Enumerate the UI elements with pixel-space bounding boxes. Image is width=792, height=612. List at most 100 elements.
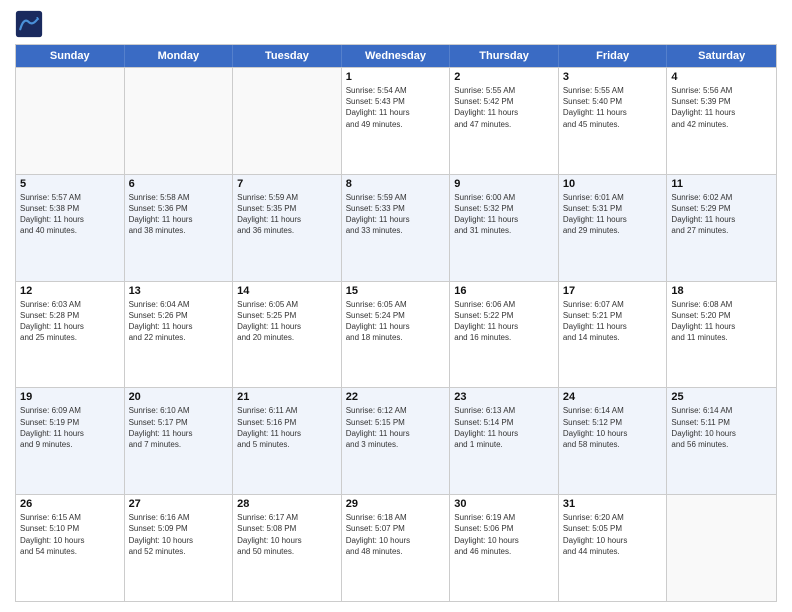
calendar-cell: 25Sunrise: 6:14 AM Sunset: 5:11 PM Dayli… <box>667 388 776 494</box>
cell-date-number: 5 <box>20 178 120 190</box>
weekday-header: Monday <box>125 45 234 67</box>
cell-date-number: 15 <box>346 285 446 297</box>
cell-daylight-info: Sunrise: 6:11 AM Sunset: 5:16 PM Dayligh… <box>237 405 337 450</box>
calendar-cell: 12 Sunrise: 6:03 AM Sunset: 5:28 PM Dayli… <box>16 282 125 388</box>
calendar-cell: 18 Sunrise: 6:08 AM Sunset: 5:20 PM Dayli… <box>667 282 776 388</box>
calendar-cell: 21 Sunrise: 6:11 AM Sunset: 5:16 PM Dayli… <box>233 388 342 494</box>
weekday-header: Wednesday <box>342 45 451 67</box>
calendar-cell: 24 Sunrise: 6:14 AM Sunset: 5:12 PM Dayli… <box>559 388 668 494</box>
calendar-cell: 5 Sunrise: 5:57 AM Sunset: 5:38 PM Daylig… <box>16 175 125 281</box>
cell-date-number: 10 <box>563 178 663 190</box>
cell-date-number: 3 <box>563 71 663 83</box>
calendar-cell <box>16 68 125 174</box>
cell-date-number: 18 <box>671 285 772 297</box>
weekday-header: Saturday <box>667 45 776 67</box>
calendar-row: 19 Sunrise: 6:09 AM Sunset: 5:19 PM Dayli… <box>16 387 776 494</box>
cell-daylight-info: Sunrise: 6:06 AM Sunset: 5:22 PM Dayligh… <box>454 299 554 344</box>
cell-daylight-info: Sunrise: 6:16 AM Sunset: 5:09 PM Dayligh… <box>129 512 229 557</box>
calendar-cell: 4 Sunrise: 5:56 AM Sunset: 5:39 PM Daylig… <box>667 68 776 174</box>
cell-daylight-info: Sunrise: 6:04 AM Sunset: 5:26 PM Dayligh… <box>129 299 229 344</box>
calendar-cell: 26 Sunrise: 6:15 AM Sunset: 5:10 PM Dayli… <box>16 495 125 601</box>
calendar-cell: 16 Sunrise: 6:06 AM Sunset: 5:22 PM Dayli… <box>450 282 559 388</box>
cell-daylight-info: Sunrise: 6:12 AM Sunset: 5:15 PM Dayligh… <box>346 405 446 450</box>
cell-date-number: 12 <box>20 285 120 297</box>
cell-date-number: 24 <box>563 391 663 403</box>
cell-date-number: 4 <box>671 71 772 83</box>
calendar-cell: 28 Sunrise: 6:17 AM Sunset: 5:08 PM Dayli… <box>233 495 342 601</box>
calendar-cell: 11 Sunrise: 6:02 AM Sunset: 5:29 PM Dayli… <box>667 175 776 281</box>
calendar-cell: 2Sunrise: 5:55 AM Sunset: 5:42 PM Daylig… <box>450 68 559 174</box>
calendar-cell: 29 Sunrise: 6:18 AM Sunset: 5:07 PM Dayli… <box>342 495 451 601</box>
cell-date-number: 7 <box>237 178 337 190</box>
cell-date-number: 11 <box>671 178 772 190</box>
cell-daylight-info: Sunrise: 6:01 AM Sunset: 5:31 PM Dayligh… <box>563 192 663 237</box>
cell-daylight-info: Sunrise: 5:59 AM Sunset: 5:35 PM Dayligh… <box>237 192 337 237</box>
cell-daylight-info: Sunrise: 5:56 AM Sunset: 5:39 PM Dayligh… <box>671 85 772 130</box>
calendar: SundayMondayTuesdayWednesdayThursdayFrid… <box>15 44 777 602</box>
calendar-cell: 20 Sunrise: 6:10 AM Sunset: 5:17 PM Dayli… <box>125 388 234 494</box>
calendar-cell: 17Sunrise: 6:07 AM Sunset: 5:21 PM Dayli… <box>559 282 668 388</box>
cell-daylight-info: Sunrise: 6:07 AM Sunset: 5:21 PM Dayligh… <box>563 299 663 344</box>
cell-date-number: 29 <box>346 498 446 510</box>
calendar-cell <box>125 68 234 174</box>
cell-daylight-info: Sunrise: 6:02 AM Sunset: 5:29 PM Dayligh… <box>671 192 772 237</box>
cell-daylight-info: Sunrise: 6:05 AM Sunset: 5:24 PM Dayligh… <box>346 299 446 344</box>
cell-daylight-info: Sunrise: 6:08 AM Sunset: 5:20 PM Dayligh… <box>671 299 772 344</box>
calendar-cell: 14Sunrise: 6:05 AM Sunset: 5:25 PM Dayli… <box>233 282 342 388</box>
calendar-cell: 10 Sunrise: 6:01 AM Sunset: 5:31 PM Dayli… <box>559 175 668 281</box>
cell-daylight-info: Sunrise: 6:15 AM Sunset: 5:10 PM Dayligh… <box>20 512 120 557</box>
cell-daylight-info: Sunrise: 6:05 AM Sunset: 5:25 PM Dayligh… <box>237 299 337 344</box>
cell-date-number: 2 <box>454 71 554 83</box>
calendar-header: SundayMondayTuesdayWednesdayThursdayFrid… <box>16 45 776 67</box>
cell-daylight-info: Sunrise: 6:00 AM Sunset: 5:32 PM Dayligh… <box>454 192 554 237</box>
calendar-body: 1 Sunrise: 5:54 AM Sunset: 5:43 PM Daylig… <box>16 67 776 601</box>
calendar-cell: 23 Sunrise: 6:13 AM Sunset: 5:14 PM Dayli… <box>450 388 559 494</box>
cell-date-number: 21 <box>237 391 337 403</box>
weekday-header: Friday <box>559 45 668 67</box>
calendar-row: 1 Sunrise: 5:54 AM Sunset: 5:43 PM Daylig… <box>16 67 776 174</box>
calendar-cell: 22Sunrise: 6:12 AM Sunset: 5:15 PM Dayli… <box>342 388 451 494</box>
cell-daylight-info: Sunrise: 6:10 AM Sunset: 5:17 PM Dayligh… <box>129 405 229 450</box>
logo-icon <box>15 10 43 38</box>
cell-date-number: 1 <box>346 71 446 83</box>
cell-date-number: 20 <box>129 391 229 403</box>
cell-daylight-info: Sunrise: 6:18 AM Sunset: 5:07 PM Dayligh… <box>346 512 446 557</box>
cell-daylight-info: Sunrise: 5:54 AM Sunset: 5:43 PM Dayligh… <box>346 85 446 130</box>
calendar-cell: 7 Sunrise: 5:59 AM Sunset: 5:35 PM Daylig… <box>233 175 342 281</box>
calendar-cell: 9 Sunrise: 6:00 AM Sunset: 5:32 PM Daylig… <box>450 175 559 281</box>
weekday-header: Thursday <box>450 45 559 67</box>
cell-daylight-info: Sunrise: 5:59 AM Sunset: 5:33 PM Dayligh… <box>346 192 446 237</box>
cell-date-number: 6 <box>129 178 229 190</box>
cell-daylight-info: Sunrise: 6:03 AM Sunset: 5:28 PM Dayligh… <box>20 299 120 344</box>
calendar-cell <box>667 495 776 601</box>
cell-daylight-info: Sunrise: 5:58 AM Sunset: 5:36 PM Dayligh… <box>129 192 229 237</box>
cell-daylight-info: Sunrise: 6:20 AM Sunset: 5:05 PM Dayligh… <box>563 512 663 557</box>
cell-date-number: 13 <box>129 285 229 297</box>
cell-daylight-info: Sunrise: 6:14 AM Sunset: 5:11 PM Dayligh… <box>671 405 772 450</box>
calendar-cell: 31 Sunrise: 6:20 AM Sunset: 5:05 PM Dayli… <box>559 495 668 601</box>
cell-daylight-info: Sunrise: 6:14 AM Sunset: 5:12 PM Dayligh… <box>563 405 663 450</box>
calendar-cell: 8Sunrise: 5:59 AM Sunset: 5:33 PM Daylig… <box>342 175 451 281</box>
calendar-cell: 1 Sunrise: 5:54 AM Sunset: 5:43 PM Daylig… <box>342 68 451 174</box>
calendar-row: 12 Sunrise: 6:03 AM Sunset: 5:28 PM Dayli… <box>16 281 776 388</box>
cell-date-number: 23 <box>454 391 554 403</box>
cell-date-number: 31 <box>563 498 663 510</box>
cell-date-number: 28 <box>237 498 337 510</box>
header <box>15 10 777 38</box>
cell-date-number: 27 <box>129 498 229 510</box>
cell-daylight-info: Sunrise: 5:57 AM Sunset: 5:38 PM Dayligh… <box>20 192 120 237</box>
logo <box>15 10 47 38</box>
calendar-cell: 6 Sunrise: 5:58 AM Sunset: 5:36 PM Daylig… <box>125 175 234 281</box>
cell-daylight-info: Sunrise: 6:13 AM Sunset: 5:14 PM Dayligh… <box>454 405 554 450</box>
calendar-cell: 3Sunrise: 5:55 AM Sunset: 5:40 PM Daylig… <box>559 68 668 174</box>
cell-date-number: 16 <box>454 285 554 297</box>
cell-daylight-info: Sunrise: 6:19 AM Sunset: 5:06 PM Dayligh… <box>454 512 554 557</box>
cell-date-number: 26 <box>20 498 120 510</box>
cell-date-number: 19 <box>20 391 120 403</box>
cell-daylight-info: Sunrise: 6:09 AM Sunset: 5:19 PM Dayligh… <box>20 405 120 450</box>
cell-date-number: 9 <box>454 178 554 190</box>
calendar-cell: 19 Sunrise: 6:09 AM Sunset: 5:19 PM Dayli… <box>16 388 125 494</box>
page: SundayMondayTuesdayWednesdayThursdayFrid… <box>0 0 792 612</box>
calendar-cell: 13 Sunrise: 6:04 AM Sunset: 5:26 PM Dayli… <box>125 282 234 388</box>
cell-daylight-info: Sunrise: 6:17 AM Sunset: 5:08 PM Dayligh… <box>237 512 337 557</box>
